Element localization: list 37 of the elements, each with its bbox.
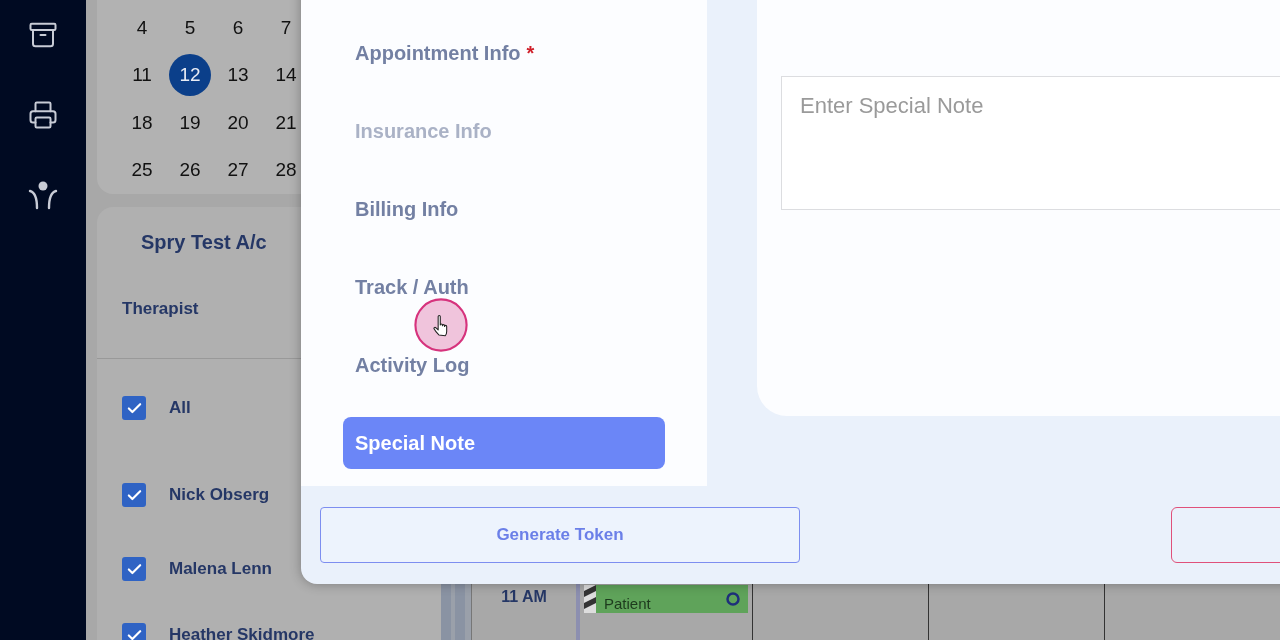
printer-icon[interactable]	[28, 100, 58, 130]
modal-tab[interactable]: Appointment Info *	[343, 27, 665, 79]
checkbox[interactable]	[122, 557, 146, 581]
therapist-name: All	[169, 398, 191, 418]
therapist-name: Nick Obserg	[169, 485, 270, 505]
calendar-day[interactable]: 6	[217, 6, 259, 49]
modal-tab[interactable]: Track / Auth	[343, 261, 665, 313]
therapist-name: Heather Skidmore	[169, 625, 315, 640]
calendar-day[interactable]: 5	[169, 6, 211, 49]
checkbox[interactable]	[122, 396, 146, 420]
special-note-field[interactable]: Enter Special Note	[781, 76, 1280, 210]
event-label: Patient	[604, 593, 652, 612]
calendar-day[interactable]: 19	[169, 101, 211, 144]
checkbox[interactable]	[122, 483, 146, 507]
pointer-icon	[414, 298, 468, 352]
appointment-event[interactable]: Patient	[584, 585, 748, 613]
person-icon[interactable]	[27, 180, 59, 210]
calendar-day[interactable]: 11	[121, 54, 163, 97]
calendar-day[interactable]: 4	[121, 6, 163, 49]
circle-icon	[726, 592, 740, 606]
account-title: Spry Test A/c	[141, 231, 267, 253]
therapist-label: Therapist	[122, 299, 199, 318]
required-mark: *	[526, 41, 535, 65]
calendar-day[interactable]: 26	[169, 149, 211, 192]
time-label: 11 AM	[501, 588, 547, 607]
calendar-day[interactable]: 27	[217, 149, 259, 192]
therapist-name: Malena Lenn	[169, 559, 272, 579]
calendar-day[interactable]: 25	[121, 149, 163, 192]
calendar-day[interactable]: 12	[169, 54, 211, 97]
calendar-day[interactable]: 20	[217, 101, 259, 144]
calendar-day[interactable]: 18	[121, 101, 163, 144]
calendar-day[interactable]: 13	[217, 54, 259, 97]
modal-tab[interactable]: Activity Log	[343, 339, 665, 391]
stripe-icon	[584, 585, 596, 613]
checkbox[interactable]	[122, 623, 146, 640]
archive-icon[interactable]	[28, 20, 58, 50]
modal-tab[interactable]: Billing Info	[343, 183, 665, 235]
